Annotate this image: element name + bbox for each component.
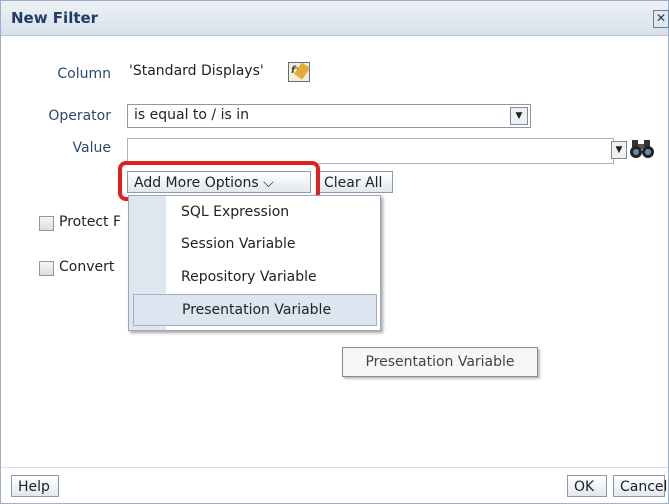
operator-label: Operator	[48, 108, 111, 124]
dialog-titlebar: New Filter ✕	[1, 1, 669, 36]
help-button[interactable]: Help	[11, 475, 59, 497]
new-filter-dialog: New Filter ✕ Column 'Standard Displays' …	[0, 0, 669, 504]
operator-select[interactable]: is equal to / is in ▼	[127, 104, 531, 128]
protect-filter-checkbox[interactable]	[39, 216, 54, 231]
ok-button[interactable]: OK	[567, 475, 607, 497]
menu-item-sql-expression[interactable]: SQL Expression	[129, 197, 380, 229]
value-dropdown-arrow-icon[interactable]: ▼	[611, 141, 627, 159]
tooltip: Presentation Variable	[342, 347, 538, 377]
edit-formula-icon[interactable]: fx	[288, 62, 311, 82]
menu-item-presentation-variable[interactable]: Presentation Variable	[133, 294, 377, 326]
footer-divider	[1, 467, 668, 468]
menu-item-repository-variable[interactable]: Repository Variable	[129, 262, 380, 294]
binoculars-search-icon[interactable]	[629, 138, 655, 160]
add-options-menu: SQL Expression Session Variable Reposito…	[128, 195, 381, 331]
column-label: Column	[57, 66, 111, 82]
protect-filter-label: Protect F	[59, 214, 122, 230]
clear-all-button[interactable]: Clear All	[317, 171, 393, 193]
value-label: Value	[72, 140, 111, 156]
convert-checkbox[interactable]	[39, 261, 54, 276]
dialog-title: New Filter	[11, 9, 99, 27]
convert-label: Convert	[59, 259, 115, 275]
dropdown-arrow-icon[interactable]: ▼	[510, 107, 528, 125]
column-value: 'Standard Displays'	[129, 63, 264, 79]
menu-item-session-variable[interactable]: Session Variable	[129, 229, 380, 261]
cancel-button[interactable]: Cancel	[613, 475, 667, 497]
close-icon[interactable]: ✕	[653, 10, 669, 28]
operator-selected-value: is equal to / is in	[134, 107, 249, 123]
